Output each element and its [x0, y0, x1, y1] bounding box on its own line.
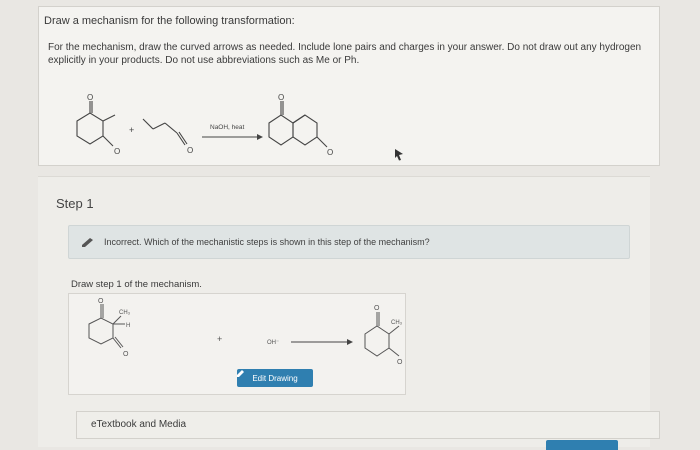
step-product-o: O [374, 305, 380, 312]
reaction-scheme: O O + O NaOH, heat O O [76, 93, 333, 157]
edit-drawing-button[interactable]: Edit Drawing [237, 369, 313, 387]
reactant-mvk-o: O [187, 146, 193, 155]
step-card: Step 1 Incorrect. Which of the mechanist… [38, 176, 660, 447]
etextbook-label: eTextbook and Media [91, 419, 187, 430]
edit-pencil-icon [237, 370, 244, 377]
edit-drawing-label: Edit Drawing [252, 373, 298, 383]
step-hydroxide: OH⁻ [267, 340, 279, 346]
step-o-label: O [98, 298, 104, 305]
reactant-mvk [142, 118, 188, 146]
product-o2: O [327, 148, 333, 157]
question-title: Draw a mechanism for the following trans… [44, 15, 295, 27]
draw-prompt: Draw step 1 of the mechanism. [71, 279, 202, 290]
step-o-label-2: O [123, 351, 129, 358]
mouse-cursor-icon [395, 149, 403, 161]
question-instructions: For the mechanism, draw the curved arrow… [48, 42, 642, 66]
etextbook-link[interactable]: eTextbook and Media [76, 411, 660, 439]
reactant-ketone-o2: O [114, 147, 120, 156]
step-h-label: H [126, 323, 130, 329]
drawing-area[interactable]: CH₃ H O O + OH⁻ O CH₃ O Edit Drawing [68, 293, 406, 395]
step-arrow-head [347, 339, 353, 345]
question-card: Draw a mechanism for the following trans… [38, 6, 660, 166]
reaction-conditions: NaOH, heat [210, 124, 245, 131]
pencil-icon [82, 238, 93, 247]
reactant-ketone-o: O [87, 93, 93, 102]
submit-button-stub[interactable] [546, 440, 618, 450]
feedback-banner: Incorrect. Which of the mechanistic step… [68, 225, 630, 259]
step-label: Step 1 [56, 196, 94, 211]
step-ch3-label: CH₃ [119, 310, 131, 316]
step-product-o2: O [397, 359, 403, 366]
reactant-ketone [76, 101, 116, 147]
step-product [364, 312, 400, 357]
step-product-ch3: CH₃ [391, 320, 403, 326]
reaction-arrow-head [257, 134, 263, 140]
page: Draw a mechanism for the following trans… [0, 0, 700, 450]
feedback-text: Incorrect. Which of the mechanistic step… [104, 237, 430, 247]
plus-sign: + [129, 125, 134, 135]
product-structure [268, 101, 328, 148]
product-o: O [278, 93, 284, 102]
step-plus: + [217, 334, 222, 344]
